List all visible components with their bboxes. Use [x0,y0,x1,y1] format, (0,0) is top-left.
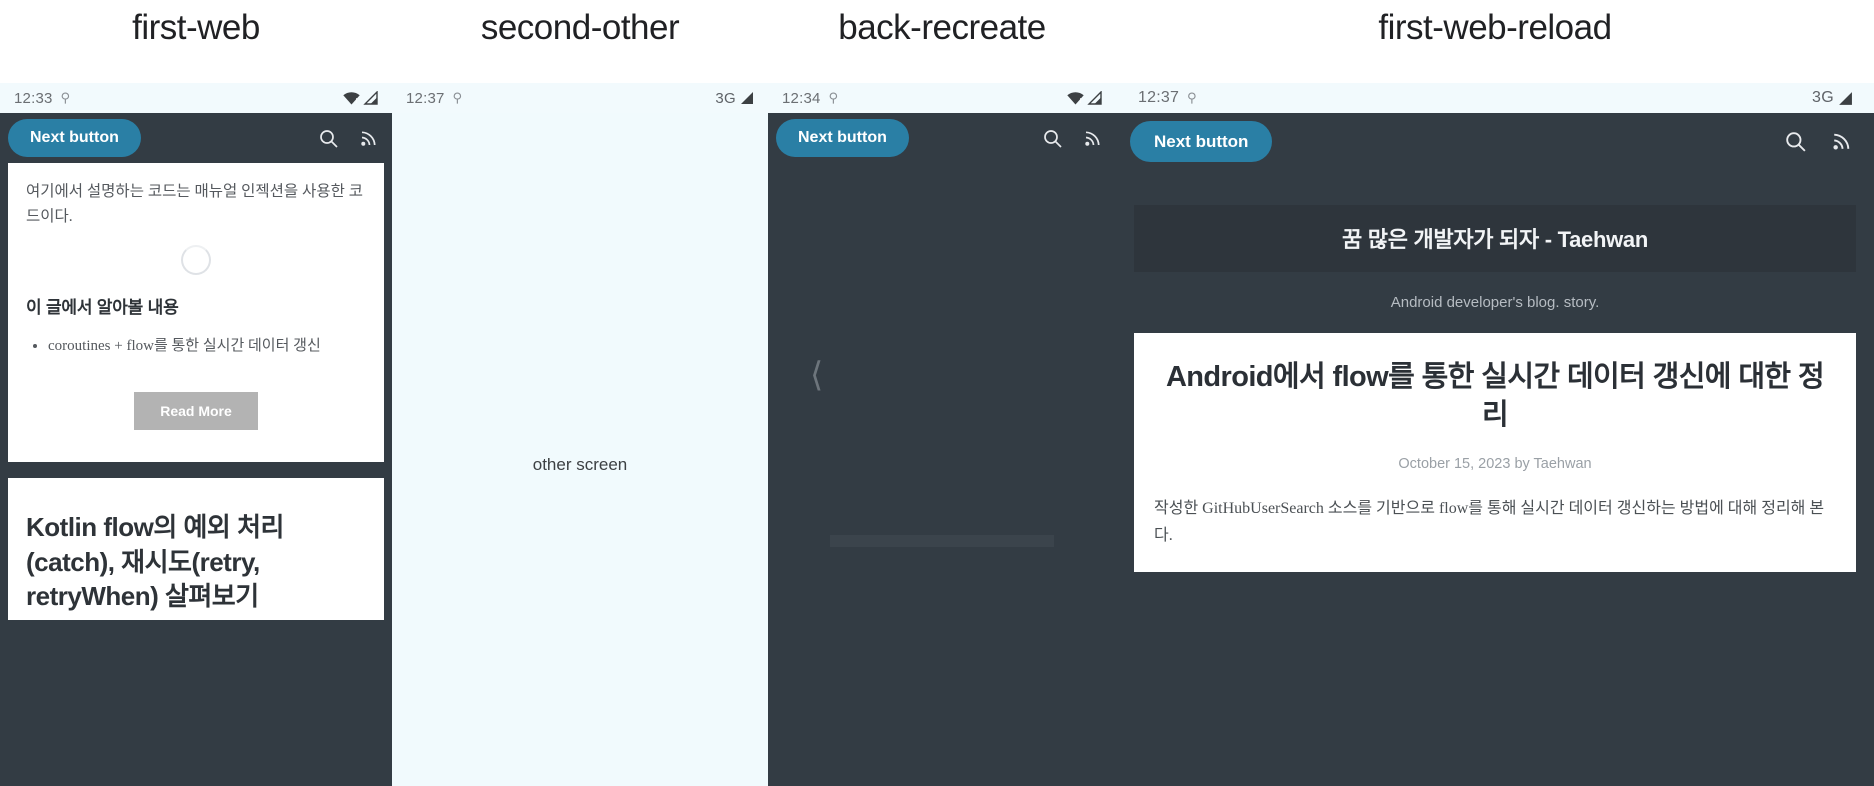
rss-feed-icon[interactable] [1084,129,1102,147]
card-divider [0,462,392,479]
webview-1[interactable]: 여기에서 설명하는 코드는 매뉴얼 인젝션을 사용한 코드이다. 이 글에서 알… [0,163,392,786]
other-screen-label: other screen [532,454,628,474]
article-meta: October 15, 2023 by Taehwan [1398,456,1592,473]
post-paragraph: 여기에서 설명하는 코드는 매뉴얼 인젝션을 사용한 코드이다. [26,183,363,226]
status-bar-4: 12:37 ⚲ 3G [1116,83,1874,113]
wifi-icon: ! [343,91,360,105]
status-clock: 12:37 [406,89,445,107]
panel-first-web-reload: 12:37 ⚲ 3G Next button 꿈 많은 개발자가 되자 - Ta… [1116,83,1874,786]
app-bar-1: Next button [0,113,392,163]
network-type-label: 3G [1812,89,1834,106]
svg-text:!: ! [1080,98,1082,105]
next-button[interactable]: Next button [776,119,909,157]
content-placeholder-bar [830,535,1054,547]
post-subheading: 이 글에서 알아볼 내용 [26,298,179,318]
location-pin-icon: ⚲ [1187,90,1197,105]
panel-second-other: 12:37 ⚲ 3G other screen [392,83,768,786]
webview-4[interactable]: 꿈 많은 개발자가 되자 - Taehwan Android developer… [1116,169,1874,786]
svg-text:!: ! [356,98,358,105]
other-screen-body[interactable]: other screen [392,113,768,786]
caption-second-other: second-other [480,8,680,47]
signal-bars-icon [1087,90,1102,105]
loading-spinner-icon [181,245,211,276]
location-pin-icon: ⚲ [452,90,463,105]
signal-bars-icon [739,91,754,105]
panel-first-web: 12:33 ⚲ ! Next button 여기에서 설명하는 코드는 매뉴얼 … [0,83,392,786]
article-card[interactable]: Android에서 flow를 통한 실시간 데이터 갱신에 대한 정리 Oct… [1134,333,1856,573]
chevron-left-icon: ⟨ [810,357,824,394]
panel-back-recreate: 12:34 ⚲ ! Next button ⟨ [768,83,1116,786]
app-bar-4: Next button [1116,113,1874,169]
location-pin-icon: ⚲ [828,90,839,105]
article-title: Android에서 flow를 통한 실시간 데이터 갱신에 대한 정리 [1165,361,1825,431]
next-post-title: Kotlin flow의 예외 처리(catch), 재시도(retry, re… [26,512,284,612]
screenshot-board: first-web second-other back-recreate fir… [0,0,1874,786]
status-clock: 12:33 [14,89,53,107]
caption-first-web: first-web [132,8,260,47]
status-bar-2: 12:37 ⚲ 3G [392,83,768,113]
status-clock: 12:37 [1138,89,1180,106]
blog-title: 꿈 많은 개발자가 되자 - Taehwan [1342,227,1648,252]
webview-3-loading[interactable]: ⟨ [768,163,1116,786]
next-post-card[interactable]: Kotlin flow의 예외 처리(catch), 재시도(retry, re… [8,478,384,620]
search-icon[interactable] [1043,129,1062,148]
wifi-icon: ! [1067,91,1084,105]
blog-tagline: Android developer's blog. story. [1390,294,1600,312]
status-clock: 12:34 [782,89,821,107]
location-pin-icon: ⚲ [60,90,71,105]
caption-back-recreate: back-recreate [838,8,1046,47]
post-preview-card: 여기에서 설명하는 코드는 매뉴얼 인젝션을 사용한 코드이다. 이 글에서 알… [8,163,384,463]
caption-first-web-reload: first-web-reload [1378,8,1612,47]
app-bar-3: Next button [768,113,1116,163]
list-item: coroutines + flow를 통한 실시간 데이터 갱신 [48,334,366,358]
status-bar-1: 12:33 ⚲ ! [0,83,392,113]
next-button[interactable]: Next button [1130,120,1273,162]
network-type-label: 3G [715,89,736,107]
read-more-button[interactable]: Read More [134,392,258,431]
next-button[interactable]: Next button [8,119,141,157]
search-icon[interactable] [1785,131,1806,152]
rss-feed-icon[interactable] [360,129,378,147]
article-body: 작성한 GitHubUserSearch 소스를 기반으로 flow를 통해 실… [1154,500,1825,545]
signal-bars-icon [363,90,378,105]
rss-feed-icon[interactable] [1832,131,1852,151]
search-icon[interactable] [319,129,338,148]
status-bar-3: 12:34 ⚲ ! [768,83,1116,113]
blog-header[interactable]: 꿈 많은 개발자가 되자 - Taehwan [1134,205,1856,273]
post-bullet-list: coroutines + flow를 통한 실시간 데이터 갱신 [26,334,366,358]
signal-bars-icon [1837,91,1852,105]
